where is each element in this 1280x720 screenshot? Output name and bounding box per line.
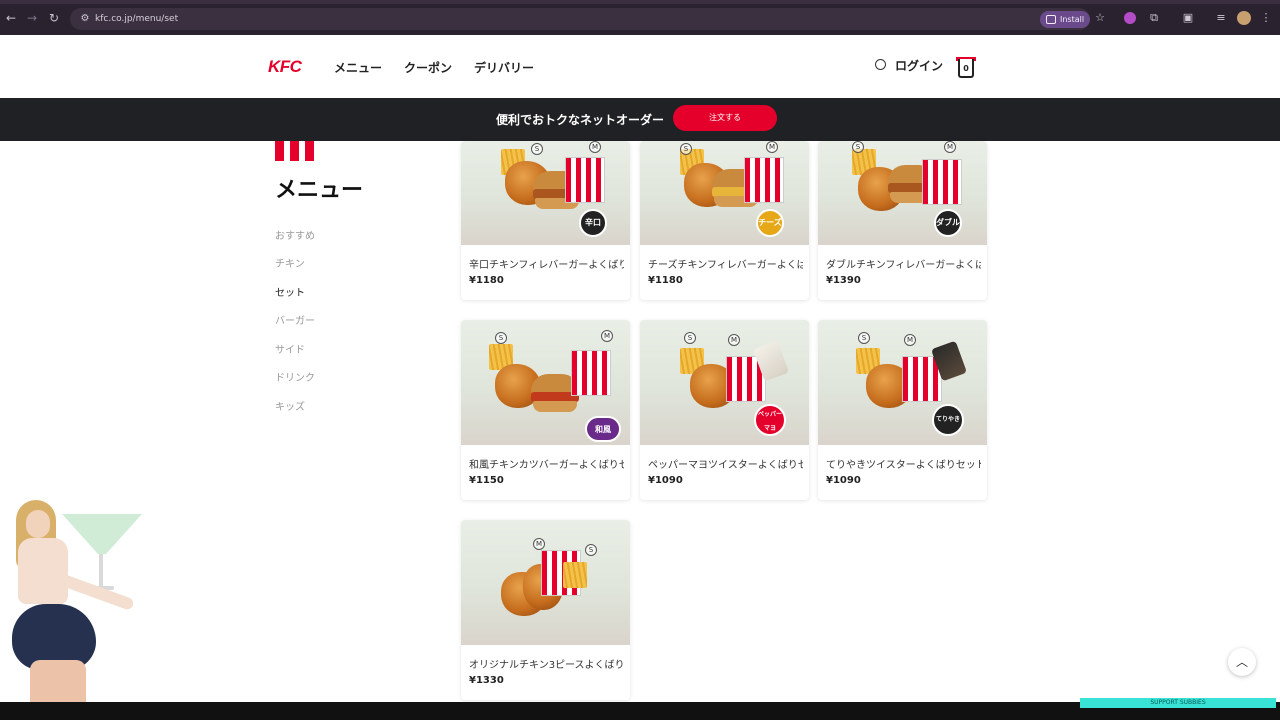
product-card[interactable]: S M ペッパーマヨ ペッパーマヨツイスターよくばりセット ¥1090 xyxy=(640,320,809,500)
install-button[interactable]: Install xyxy=(1040,11,1091,28)
puzzle-icon[interactable]: ⧉ xyxy=(1148,12,1160,24)
product-price: ¥1150 xyxy=(469,475,504,486)
product-image: S M ペッパーマヨ xyxy=(640,320,809,445)
chevron-up-icon: ︿ xyxy=(1235,655,1248,669)
page-title: メニュー xyxy=(275,178,364,203)
product-name: 辛口チキンフィレバーガーよくばりセット xyxy=(469,260,624,271)
browser-toolbar: ← → ↻ ⚙ kfc.co.jp/menu/set Install ☆ ⧉ ▣… xyxy=(0,0,1280,35)
sidebar-item-side[interactable]: サイド xyxy=(275,341,305,356)
more-menu-icon[interactable]: ⋮ xyxy=(1260,12,1272,24)
sidebar-item-set[interactable]: セット xyxy=(275,284,305,299)
product-image: M S xyxy=(461,520,630,645)
product-price: ¥1180 xyxy=(469,275,504,286)
product-card[interactable]: S M てりやき てりやきツイスターよくばりセット ¥1090 xyxy=(818,320,987,500)
sidebar-item-kids[interactable]: キッズ xyxy=(275,398,305,413)
promo-bar: 便利でおトクなネットオーダー 注文する xyxy=(0,98,1280,141)
cocktail-glass xyxy=(62,514,142,554)
kfc-logo[interactable]: KFC xyxy=(268,57,302,77)
extension-icon[interactable] xyxy=(1124,12,1136,24)
product-card[interactable]: S M 辛口 辛口チキンフィレバーガーよくばりセット ¥1180 xyxy=(461,141,630,300)
install-icon xyxy=(1046,15,1056,24)
address-bar[interactable]: ⚙ kfc.co.jp/menu/set xyxy=(70,8,1090,30)
site-header: KFC メニュー クーポン デリバリー ログイン 0 xyxy=(0,35,1280,98)
product-badge: ダブル xyxy=(934,209,962,237)
kfc-stripes xyxy=(275,141,315,161)
login-label: ログイン xyxy=(895,59,944,73)
product-price: ¥1330 xyxy=(469,675,504,686)
promo-text: 便利でおトクなネットオーダー xyxy=(496,113,665,127)
product-card[interactable]: M S オリジナルチキン3ピースよくばりセット ¥1330 xyxy=(461,520,630,700)
product-name: オリジナルチキン3ピースよくばりセット xyxy=(469,660,624,671)
site-info-icon[interactable]: ⚙ xyxy=(78,12,92,26)
product-name: チーズチキンフィレバーガーよくばりセット xyxy=(648,260,803,271)
product-image: S M てりやき xyxy=(818,320,987,445)
support-banner: SUPPORT SUBBIES xyxy=(1080,698,1276,708)
sidebar-item-burger[interactable]: バーガー xyxy=(275,312,315,327)
cart-button[interactable]: 0 xyxy=(956,55,976,79)
product-name: ダブルチキンフィレバーガーよくばりセット xyxy=(826,260,981,271)
streamer-overlay xyxy=(0,500,150,720)
product-card[interactable]: S M ダブル ダブルチキンフィレバーガーよくばりセット ¥1390 xyxy=(818,141,987,300)
product-card[interactable]: S M 和風 和風チキンカツバーガーよくばりセット ¥1150 xyxy=(461,320,630,500)
product-name: 和風チキンカツバーガーよくばりセット xyxy=(469,460,624,471)
reload-icon[interactable]: ↻ xyxy=(47,11,61,25)
product-image: S M 和風 xyxy=(461,320,630,445)
order-button[interactable]: 注文する xyxy=(673,105,777,131)
product-price: ¥1090 xyxy=(826,475,861,486)
tab-strip xyxy=(0,0,1280,4)
cart-count: 0 xyxy=(963,64,969,73)
nav-menu[interactable]: メニュー xyxy=(334,59,382,76)
product-badge: ペッパーマヨ xyxy=(754,404,786,436)
product-badge: 辛口 xyxy=(579,209,607,237)
sidebar-item-chicken[interactable]: チキン xyxy=(275,255,305,270)
product-image: S M チーズ xyxy=(640,141,809,245)
product-price: ¥1090 xyxy=(648,475,683,486)
sidebar-item-recommended[interactable]: おすすめ xyxy=(275,227,315,242)
url-text: kfc.co.jp/menu/set xyxy=(95,14,179,24)
profile-avatar[interactable] xyxy=(1237,11,1251,25)
install-label: Install xyxy=(1060,15,1085,24)
product-badge: てりやき xyxy=(932,404,964,436)
forward-icon[interactable]: → xyxy=(25,11,39,25)
product-price: ¥1390 xyxy=(826,275,861,286)
product-image: S M 辛口 xyxy=(461,141,630,245)
product-card[interactable]: S M チーズ チーズチキンフィレバーガーよくばりセット ¥1180 xyxy=(640,141,809,300)
sidebar-icon[interactable]: ▣ xyxy=(1182,12,1194,24)
star-icon[interactable]: ☆ xyxy=(1094,12,1106,24)
back-icon[interactable]: ← xyxy=(4,11,18,25)
product-badge: 和風 xyxy=(585,416,621,442)
user-icon xyxy=(875,59,886,70)
product-name: ペッパーマヨツイスターよくばりセット xyxy=(648,460,803,471)
product-price: ¥1180 xyxy=(648,275,683,286)
nav-coupon[interactable]: クーポン xyxy=(404,59,452,76)
media-icon[interactable]: ≡ xyxy=(1215,12,1227,24)
product-name: てりやきツイスターよくばりセット xyxy=(826,460,981,471)
scroll-to-top-button[interactable]: ︿ xyxy=(1228,648,1256,676)
nav-delivery[interactable]: デリバリー xyxy=(474,59,534,76)
product-image: S M ダブル xyxy=(818,141,987,245)
product-badge: チーズ xyxy=(756,209,784,237)
sidebar-item-drink[interactable]: ドリンク xyxy=(275,369,315,384)
